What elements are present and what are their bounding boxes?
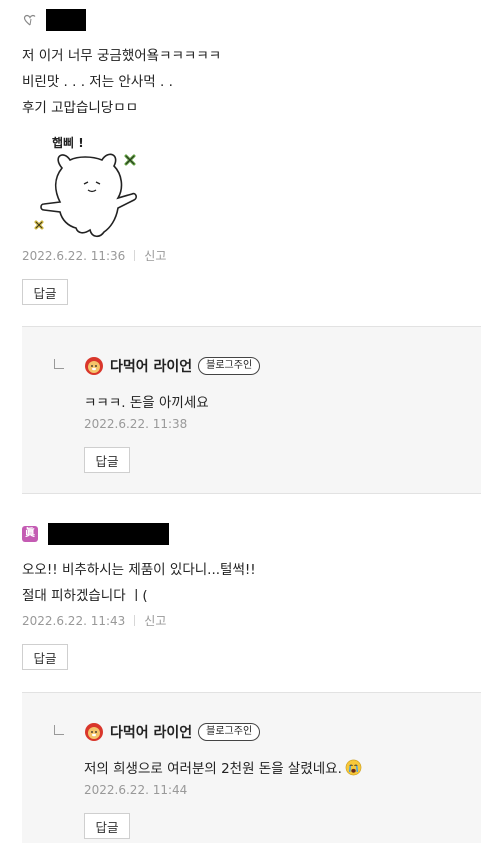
reply-author-name[interactable]: 다먹어 라이언 <box>110 356 192 376</box>
reply-time: 2022.6.22. 11:44 <box>84 783 188 797</box>
blog-owner-badge: 블로그주인 <box>198 357 261 375</box>
reply-author-name[interactable]: 다먹어 라이언 <box>110 722 192 742</box>
reply-arrow-icon <box>54 725 64 735</box>
crying-face-icon <box>345 759 362 775</box>
comment-line: 비린맛 . . . 저는 안사먹 . . <box>22 74 173 90</box>
reply-author: 다먹어 라이언 블로그주인 <box>84 721 261 743</box>
reply-button[interactable]: 답글 <box>22 644 68 670</box>
lion-avatar-icon[interactable] <box>84 356 104 376</box>
bear-sticker-icon <box>34 153 137 238</box>
reply-text: ㅋㅋㅋ. 돈을 아끼세요 <box>84 391 209 411</box>
reply-item: 다먹어 라이언 블로그주인 저의 희생으로 여러분의 2천원 돈을 살렸네요. … <box>22 692 481 843</box>
comment-meta: 2022.6.22. 11:43 신고 <box>22 612 166 629</box>
redacted-username <box>46 9 86 31</box>
reply-button[interactable]: 답글 <box>84 447 130 473</box>
heart-icon <box>23 14 36 26</box>
comment-time: 2022.6.22. 11:43 <box>22 613 126 628</box>
blog-owner-badge: 블로그주인 <box>198 723 261 741</box>
comment-line: 저 이거 너무 궁금했어욬ㅋㅋㅋㅋㅋ <box>22 48 222 64</box>
meta-divider <box>134 250 136 261</box>
comment-line: 후기 고맙습니당ㅁㅁ <box>22 100 139 116</box>
avatar[interactable]: 眞 <box>22 526 38 542</box>
reply-text: 저의 희생으로 여러분의 2천원 돈을 살렸네요. <box>84 757 362 777</box>
comment-author <box>22 9 86 31</box>
reply-text-content: 저의 희생으로 여러분의 2천원 돈을 살렸네요. <box>84 761 342 777</box>
redacted-username <box>48 523 169 545</box>
reply-button[interactable]: 답글 <box>84 813 130 839</box>
comment-text: 저 이거 너무 궁금했어욬ㅋㅋㅋㅋㅋ 비린맛 . . . 저는 안사먹 . . … <box>22 43 221 121</box>
report-link[interactable]: 신고 <box>144 612 166 629</box>
comment-line: 오오!! 비추하시는 제품이 있다니...털썩!! <box>22 562 256 578</box>
reply-text-content: ㅋㅋㅋ. 돈을 아끼세요 <box>84 395 209 411</box>
lion-avatar-icon[interactable] <box>84 722 104 742</box>
comment-author: 眞 <box>22 523 169 545</box>
bear-sticker: 햅삐 ! <box>22 128 152 244</box>
reply-button[interactable]: 답글 <box>22 279 68 305</box>
reply-time: 2022.6.22. 11:38 <box>84 417 188 431</box>
reply-arrow-icon <box>54 359 64 369</box>
reply-author: 다먹어 라이언 블로그주인 <box>84 355 261 377</box>
report-link[interactable]: 신고 <box>144 247 166 264</box>
reply-item: 다먹어 라이언 블로그주인 ㅋㅋㅋ. 돈을 아끼세요 2022.6.22. 11… <box>22 326 481 494</box>
meta-divider <box>134 615 136 626</box>
comment-meta: 2022.6.22. 11:36 신고 <box>22 247 166 264</box>
comment-text: 오오!! 비추하시는 제품이 있다니...털썩!! 절대 피하겠습니다 ㅣ( <box>22 557 256 609</box>
comment-line: 절대 피하겠습니다 ㅣ( <box>22 588 148 604</box>
comment-time: 2022.6.22. 11:36 <box>22 248 126 263</box>
